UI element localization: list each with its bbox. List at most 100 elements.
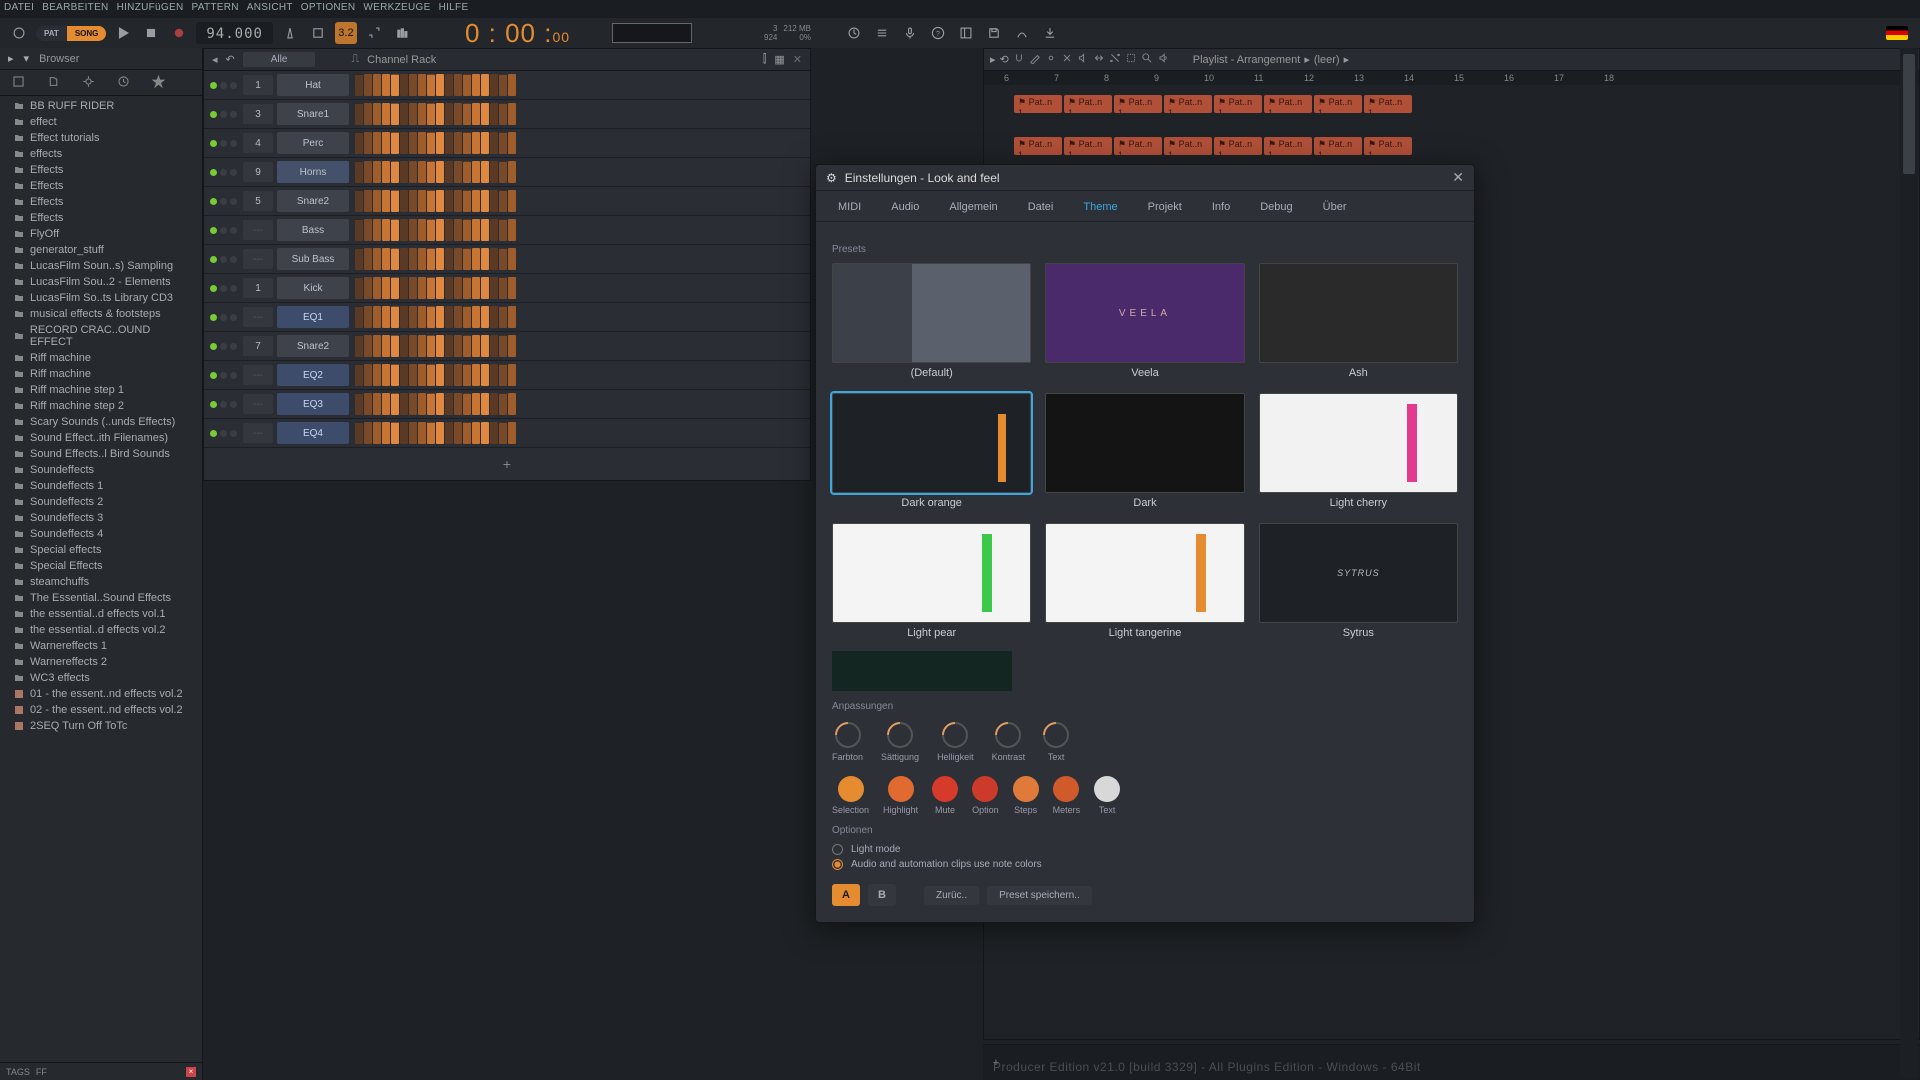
browser-tags[interactable]: TAGS FF × xyxy=(0,1062,202,1080)
browser-collapse-icon[interactable]: ▸ xyxy=(8,52,14,65)
channel-name[interactable]: EQ1 xyxy=(277,306,349,328)
browser-item[interactable]: Effects xyxy=(0,194,202,210)
step-seq-icon[interactable]: ▦ xyxy=(774,53,784,66)
pl-play-icon[interactable]: ▸ xyxy=(990,53,996,66)
stop-button[interactable] xyxy=(140,22,162,44)
step-sequencer[interactable] xyxy=(355,161,516,183)
clip-pattern1[interactable]: ⚑ Pat..n 1 xyxy=(1364,137,1412,155)
step-sequencer[interactable] xyxy=(355,422,516,444)
clip-pattern1[interactable]: ⚑ Pat..n 1 xyxy=(1214,137,1262,155)
channel-route[interactable]: --- xyxy=(243,365,273,385)
channel-route[interactable]: --- xyxy=(243,423,273,443)
channel-row[interactable]: 5Snare2 xyxy=(204,187,810,216)
menu-bearbeiten[interactable]: BEARBEITEN xyxy=(38,0,112,18)
vertical-scrollbar[interactable] xyxy=(1900,48,1918,1078)
wait-input-button[interactable] xyxy=(307,22,329,44)
browser-item[interactable]: 2SEQ Turn Off ToTc xyxy=(0,718,202,734)
browser-item[interactable]: Effects xyxy=(0,178,202,194)
step-sequencer[interactable] xyxy=(355,364,516,386)
tab-projekt[interactable]: Projekt xyxy=(1134,195,1196,221)
browser-toggle[interactable] xyxy=(955,22,977,44)
channel-name[interactable]: Kick xyxy=(277,277,349,299)
browser-item[interactable]: WC3 effects xyxy=(0,670,202,686)
scrollbar-thumb[interactable] xyxy=(1903,54,1915,174)
browser-item[interactable]: Soundeffects 3 xyxy=(0,510,202,526)
clip-pattern1[interactable]: ⚑ Pat..n 1 xyxy=(1314,137,1362,155)
channel-route[interactable]: 4 xyxy=(243,133,273,153)
swatch-selection[interactable]: Selection xyxy=(832,776,869,815)
channel-row[interactable]: ---EQ1 xyxy=(204,303,810,332)
loop-record-button[interactable] xyxy=(391,22,413,44)
tab-datei[interactable]: Datei xyxy=(1014,195,1068,221)
channel-route[interactable]: --- xyxy=(243,394,273,414)
menu-ansicht[interactable]: ANSICHT xyxy=(243,0,297,18)
menu-werkzeuge[interactable]: WERKZEUGE xyxy=(359,0,434,18)
browser-item[interactable]: 01 - the essent..nd effects vol.2 xyxy=(0,686,202,702)
tab-über[interactable]: Über xyxy=(1309,195,1361,221)
cat-favorites-icon[interactable] xyxy=(152,75,165,91)
channel-row[interactable]: 9Horns xyxy=(204,158,810,187)
knob-helligkeit[interactable]: Helligkeit xyxy=(937,722,974,762)
step-sequencer[interactable] xyxy=(355,132,516,154)
pattern-mode[interactable]: PAT xyxy=(36,26,67,41)
channel-name[interactable]: Snare1 xyxy=(277,103,349,125)
browser-item[interactable]: Soundeffects xyxy=(0,462,202,478)
preset-ash[interactable]: Ash xyxy=(1259,263,1458,379)
browser-item[interactable]: musical effects & footsteps xyxy=(0,306,202,322)
clip-pattern1[interactable]: ⚑ Pat..n 1 xyxy=(1114,137,1162,155)
back-button[interactable]: Zurüc.. xyxy=(924,886,979,905)
browser-item[interactable]: effect xyxy=(0,114,202,130)
browser-item[interactable]: Soundeffects 4 xyxy=(0,526,202,542)
channel-name[interactable]: EQ2 xyxy=(277,364,349,386)
menu-optionen[interactable]: OPTIONEN xyxy=(297,0,360,18)
language-flag-icon[interactable] xyxy=(1886,26,1908,40)
channel-route[interactable]: --- xyxy=(243,249,273,269)
browser-item[interactable]: effects xyxy=(0,146,202,162)
browser-item[interactable]: Effects xyxy=(0,162,202,178)
menu-hilfe[interactable]: HILFE xyxy=(435,0,473,18)
browser-item[interactable]: the essential..d effects vol.1 xyxy=(0,606,202,622)
browser-item[interactable]: Warnereffects 2 xyxy=(0,654,202,670)
browser-item[interactable]: Warnereffects 1 xyxy=(0,638,202,654)
browser-tree[interactable]: BB RUFF RIDEReffectEffect tutorialseffec… xyxy=(0,96,202,1062)
time-display[interactable]: 0 : 00 :00 xyxy=(465,18,570,49)
browser-item[interactable]: Riff machine xyxy=(0,366,202,382)
step-sequencer[interactable] xyxy=(355,335,516,357)
undo-icon[interactable]: ↶ xyxy=(226,53,235,66)
channel-name[interactable]: Snare2 xyxy=(277,335,349,357)
browser-item[interactable]: Effect tutorials xyxy=(0,130,202,146)
clip-pattern1[interactable]: ⚑ Pat..n 1 xyxy=(1164,137,1212,155)
channel-row[interactable]: 7Snare2 xyxy=(204,332,810,361)
channel-rack-close[interactable]: ✕ xyxy=(793,53,802,66)
preset-extra-thumb[interactable] xyxy=(832,651,1012,691)
preset-light-pear[interactable]: Light pear xyxy=(832,523,1031,639)
channel-row[interactable]: ---EQ3 xyxy=(204,390,810,419)
browser-item[interactable]: LucasFilm Soun..s) Sampling xyxy=(0,258,202,274)
cat-history-icon[interactable] xyxy=(117,75,130,91)
pl-slice-icon[interactable] xyxy=(1109,52,1121,67)
channel-name[interactable]: Bass xyxy=(277,219,349,241)
channel-name[interactable]: Perc xyxy=(277,132,349,154)
menu-datei[interactable]: DATEI xyxy=(0,0,38,18)
browser-item[interactable]: Sound Effect..ith Filenames) xyxy=(0,430,202,446)
clip-pattern1[interactable]: ⚑ Pat..n 1 xyxy=(1064,137,1112,155)
step-sequencer[interactable] xyxy=(355,248,516,270)
channel-name[interactable]: Hat xyxy=(277,74,349,96)
browser-item[interactable]: 02 - the essent..nd effects vol.2 xyxy=(0,702,202,718)
channel-route[interactable]: 1 xyxy=(243,278,273,298)
save-button[interactable] xyxy=(983,22,1005,44)
channel-row[interactable]: ---Sub Bass xyxy=(204,245,810,274)
option-light-mode[interactable]: Light mode xyxy=(832,844,1458,855)
channel-route[interactable]: 1 xyxy=(243,75,273,95)
pl-magnet-icon[interactable] xyxy=(1013,52,1025,67)
song-mode[interactable]: SONG xyxy=(67,26,107,41)
browser-item[interactable]: Riff machine step 1 xyxy=(0,382,202,398)
step-sequencer[interactable] xyxy=(355,393,516,415)
swatch-mute[interactable]: Mute xyxy=(932,776,958,815)
channel-row[interactable]: ---Bass xyxy=(204,216,810,245)
channel-name[interactable]: EQ3 xyxy=(277,393,349,415)
channel-name[interactable]: Snare2 xyxy=(277,190,349,212)
browser-categories[interactable] xyxy=(0,70,202,96)
tab-info[interactable]: Info xyxy=(1198,195,1244,221)
browser-item[interactable]: Special effects xyxy=(0,542,202,558)
